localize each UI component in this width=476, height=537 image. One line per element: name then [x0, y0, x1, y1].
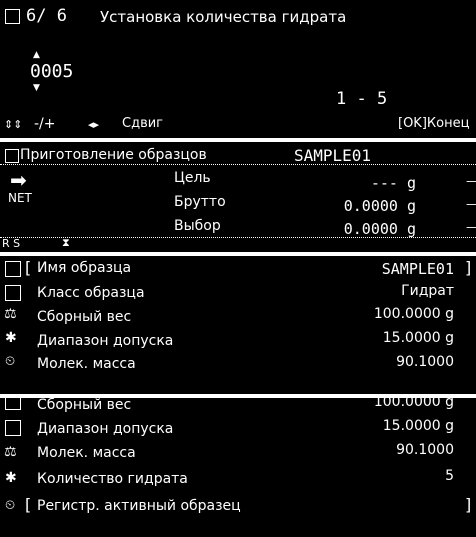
stability-icon: ⧗ [62, 236, 70, 249]
total-weight-value[interactable]: 100.0000 g [374, 398, 454, 410]
weight-calc-icon[interactable]: ⚖ [4, 306, 17, 322]
ok-key-label: OK [403, 116, 422, 131]
edit-icon [5, 149, 19, 163]
select-label: Выбор [174, 218, 221, 234]
mol-mass-label[interactable]: Молек. масса [37, 445, 136, 461]
select-value: 0.0000 g [343, 220, 416, 238]
gear-icon[interactable]: ✱ [5, 470, 17, 486]
value-field[interactable]: 0005 [30, 61, 73, 82]
hydrate-count-value[interactable]: 5 [445, 468, 454, 484]
decrement-arrow-icon[interactable]: ▼ [33, 83, 40, 93]
total-weight-label[interactable]: Сборный вес [37, 309, 131, 325]
tolerance-value[interactable]: 15.0000 g [383, 418, 454, 434]
status-bar: R S [2, 237, 21, 250]
edit-icon[interactable] [5, 420, 21, 436]
gross-label: Брутто [174, 194, 226, 210]
bar-tick-icon: — [466, 220, 476, 234]
open-bracket: [ [25, 495, 32, 514]
clock-icon[interactable]: ⏲ [5, 354, 15, 369]
mol-mass-value[interactable]: 90.1000 [396, 354, 454, 370]
sample-class-label[interactable]: Класс образца [37, 285, 145, 301]
list-icon[interactable] [5, 398, 21, 410]
tolerance-value[interactable]: 15.0000 g [383, 330, 454, 346]
sample-name-value[interactable]: SAMPLE01 [382, 260, 454, 278]
increment-arrow-icon[interactable]: ▲ [33, 50, 40, 60]
total-weight-value[interactable]: 100.0000 g [374, 306, 454, 322]
edit-icon[interactable] [5, 285, 21, 301]
sample-prep-screen: Приготовление образцов SAMPLE01 ➡ NET Це… [0, 142, 476, 252]
target-label: Цель [174, 170, 211, 186]
hydrate-count-screen: 6/ 6 Установка количества гидрата ▲ 0005… [0, 0, 476, 138]
ok-button[interactable]: [OK]Конец [398, 116, 469, 131]
sample-info-screen: ⚖ ✱ ⏲ [ Имя образца SAMPLE01 ] Класс обр… [0, 256, 476, 394]
weight-calc-icon[interactable]: ⚖ [4, 444, 17, 460]
updown-keys-icon: ⇕⇕ [4, 118, 23, 131]
mol-mass-value[interactable]: 90.1000 [396, 442, 454, 458]
sample-info-scrolled-screen: ⚖ ✱ ⏲ Сборный вес 100.0000 g Диапазон до… [0, 398, 476, 537]
sample-name-label[interactable]: Имя образца [37, 260, 131, 276]
change-hint: -/+ [34, 116, 56, 132]
net-label: NET [8, 191, 32, 205]
bar-tick-icon: — [466, 197, 476, 211]
close-bracket: ] [465, 258, 472, 277]
clock-icon[interactable]: ⏲ [5, 498, 15, 513]
range-text: 1 - 5 [336, 89, 388, 109]
screen-title: Приготовление образцов [20, 147, 207, 163]
total-weight-label[interactable]: Сборный вес [37, 398, 131, 413]
open-bracket: [ [25, 258, 32, 277]
close-bracket: ] [465, 495, 472, 514]
gear-icon[interactable]: ✱ [5, 330, 17, 346]
arrow-right-icon: ➡ [10, 168, 27, 192]
hydrate-count-label[interactable]: Количество гидрата [37, 471, 188, 487]
edit-icon [5, 9, 20, 24]
tolerance-label[interactable]: Диапазон допуска [37, 333, 173, 349]
tolerance-label[interactable]: Диапазон допуска [37, 421, 173, 437]
register-active-sample-label[interactable]: Регистр. активный образец [37, 498, 241, 514]
bar-tick-icon: — [466, 174, 476, 188]
sample-name: SAMPLE01 [294, 146, 372, 165]
list-icon[interactable] [5, 261, 21, 277]
mol-mass-label[interactable]: Молек. масса [37, 356, 136, 372]
sample-class-value[interactable]: Гидрат [401, 283, 454, 299]
end-label: Конец [426, 116, 470, 131]
screen-title: Установка количества гидрата [100, 8, 347, 26]
shift-hint: Сдвиг [122, 116, 164, 131]
step-counter: 6/ 6 [26, 6, 67, 26]
target-value: --- g [370, 174, 416, 192]
gross-value: 0.0000 g [343, 197, 416, 215]
left-right-keys-icon: ◂▸ [88, 118, 100, 131]
status-divider [0, 237, 476, 238]
title-underline [0, 164, 476, 165]
